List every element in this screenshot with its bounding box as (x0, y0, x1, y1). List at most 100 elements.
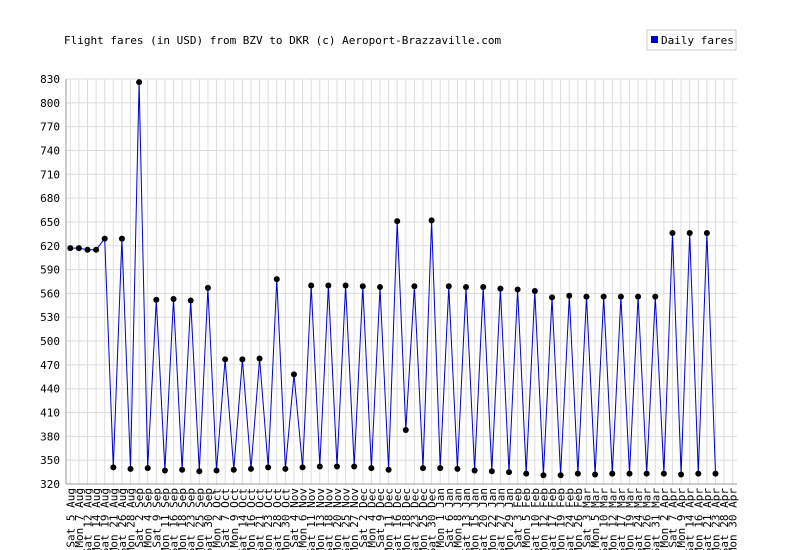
data-point (110, 464, 117, 471)
data-point (420, 465, 427, 472)
data-point (170, 295, 177, 302)
data-point (222, 356, 229, 363)
data-point (488, 468, 495, 475)
data-point (523, 470, 530, 477)
data-point (652, 293, 659, 300)
data-point (67, 245, 74, 252)
y-tick-label: 350 (40, 454, 60, 467)
data-point (273, 276, 280, 283)
grid (66, 78, 737, 485)
data-point (144, 465, 151, 472)
data-point (213, 467, 220, 474)
data-point (308, 282, 315, 289)
data-point (463, 284, 470, 291)
y-tick-label: 590 (40, 264, 60, 277)
data-point (514, 286, 521, 293)
y-tick-label: 560 (40, 287, 60, 300)
data-point (506, 469, 513, 476)
y-tick-label: 800 (40, 97, 60, 110)
y-tick-label: 530 (40, 311, 60, 324)
data-point (626, 470, 633, 477)
data-point (290, 371, 297, 378)
data-point (445, 283, 452, 290)
axes (65, 79, 737, 485)
data-point (617, 293, 624, 300)
legend-swatch (651, 36, 658, 43)
data-point (583, 293, 590, 300)
y-tick-label: 770 (40, 121, 60, 134)
y-tick-label: 620 (40, 240, 60, 253)
legend-label: Daily fares (661, 34, 734, 47)
data-point (686, 230, 693, 237)
data-point (695, 470, 702, 477)
x-tick-label: Mon 30 Apr (727, 488, 740, 550)
data-point (204, 284, 211, 291)
data-point (557, 472, 564, 479)
y-tick-label: 830 (40, 73, 60, 86)
data-point (256, 355, 263, 362)
data-point (660, 470, 667, 477)
data-point (574, 470, 581, 477)
data-point (540, 472, 547, 479)
data-point (299, 464, 306, 471)
data-point (333, 463, 340, 470)
y-tick-label: 380 (40, 430, 60, 443)
data-point (635, 293, 642, 300)
y-tick-label: 680 (40, 192, 60, 205)
data-point (93, 246, 100, 253)
data-point (703, 230, 710, 237)
series-line (70, 82, 716, 476)
data-point (84, 246, 91, 253)
data-point (247, 465, 254, 472)
data-point (712, 470, 719, 477)
data-point (368, 465, 375, 472)
data-point (549, 294, 556, 301)
data-point (497, 285, 504, 292)
data-point (316, 463, 323, 470)
data-point (669, 230, 676, 237)
data-point (359, 283, 366, 290)
data-point (342, 282, 349, 289)
data-point (101, 235, 108, 242)
y-tick-label: 650 (40, 216, 60, 229)
data-point (136, 79, 143, 86)
data-point (239, 356, 246, 363)
data-point (75, 245, 82, 252)
data-point (179, 466, 186, 473)
data-point (609, 470, 616, 477)
data-point (592, 471, 599, 478)
data-point (480, 284, 487, 291)
data-point (187, 297, 194, 304)
data-point (376, 284, 383, 291)
data-point (265, 464, 272, 471)
data-point (471, 467, 478, 474)
y-axis-ticks: 320 350 380 410 440 470 500 530 560 590 620 650 680 7… (40, 73, 60, 491)
y-tick-label: 500 (40, 335, 60, 348)
data-point (454, 465, 461, 472)
data-point (566, 292, 573, 299)
y-tick-label: 320 (40, 478, 60, 491)
y-tick-label: 440 (40, 383, 60, 396)
chart-title: Flight fares (in USD) from BZV to DKR (c… (64, 34, 501, 47)
data-point (437, 465, 444, 472)
data-point (385, 466, 392, 473)
y-tick-label: 470 (40, 359, 60, 372)
x-axis-ticks: Sat 5 AugMon 7 AugSat 12 AugMon 14 AugSa… (64, 488, 739, 550)
data-point (127, 465, 134, 472)
data-point (282, 465, 289, 472)
data-point (411, 283, 418, 290)
data-point (402, 427, 409, 433)
data-point (161, 467, 168, 474)
data-point (351, 463, 358, 470)
data-point (600, 293, 607, 300)
data-point (428, 217, 435, 224)
data-point (196, 468, 203, 475)
fare-chart: Flight fares (in USD) from BZV to DKR (c… (40, 29, 740, 550)
y-tick-label: 740 (40, 144, 60, 157)
data-point (153, 296, 160, 303)
data-point (394, 218, 401, 225)
data-point (531, 288, 538, 295)
data-point (643, 470, 650, 477)
data-point (118, 235, 125, 242)
y-tick-label: 710 (40, 168, 60, 181)
